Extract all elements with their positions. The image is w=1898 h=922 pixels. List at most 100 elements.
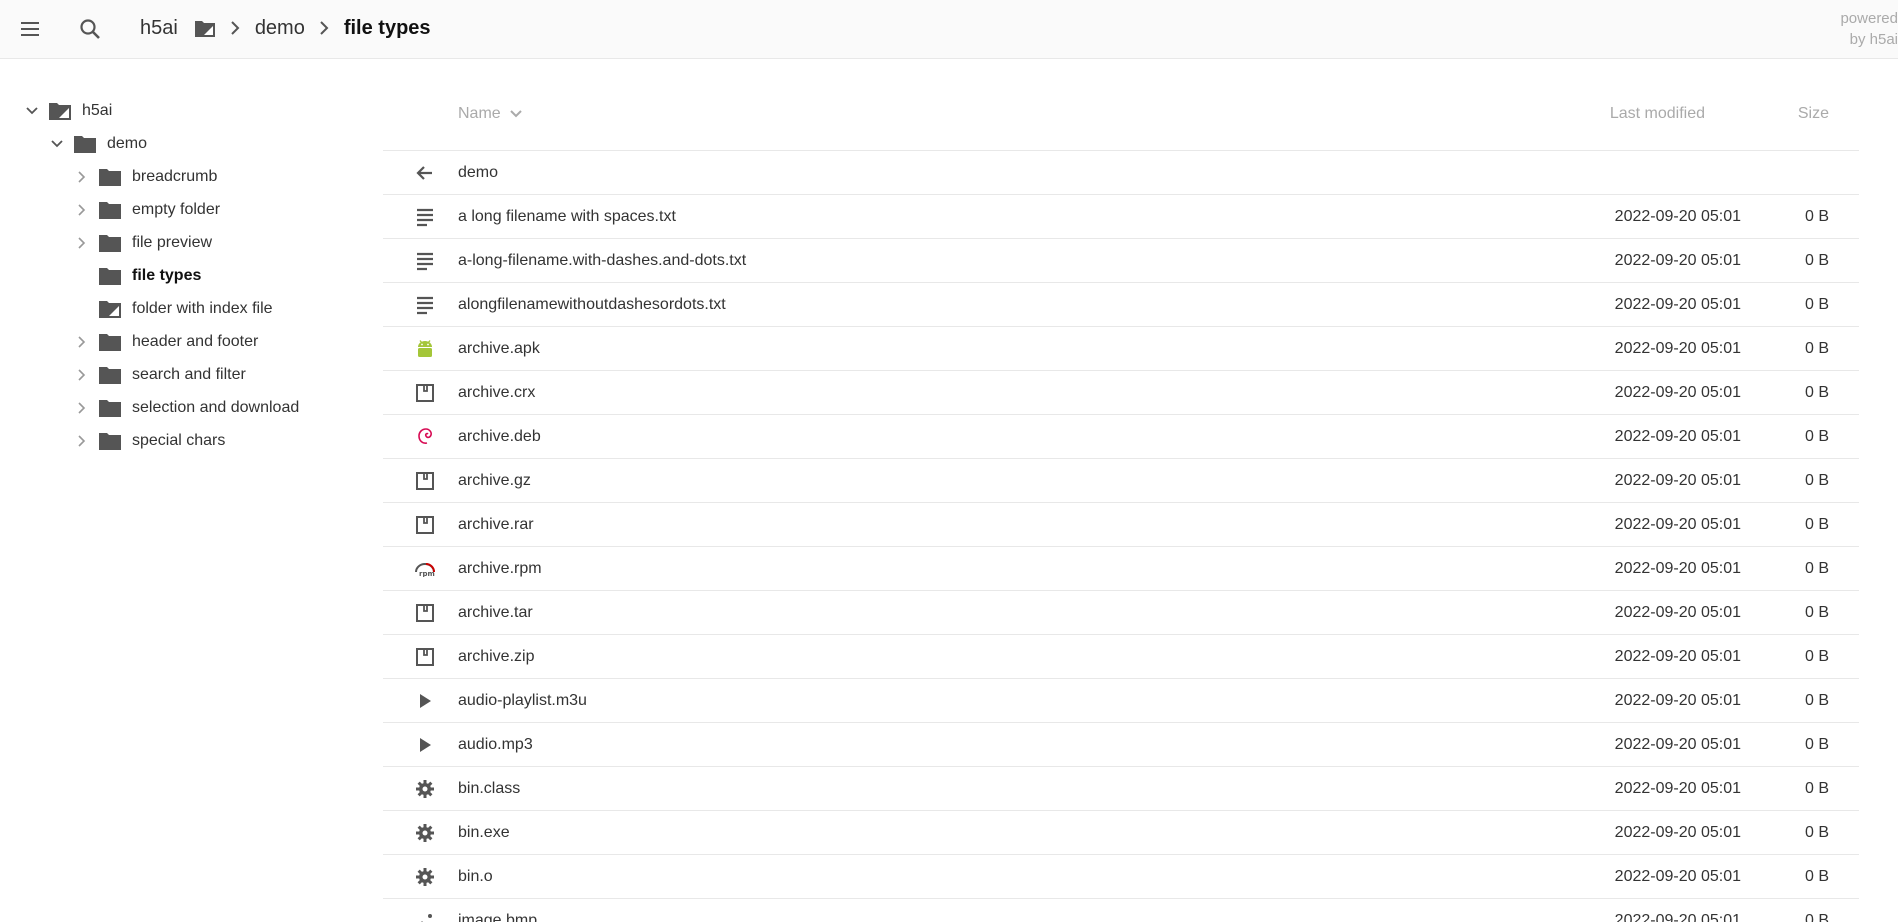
chevron-right-icon[interactable] (74, 400, 90, 416)
chevron-right-icon (230, 20, 240, 36)
file-size: 0 B (1804, 824, 1829, 841)
tree-item-file-types[interactable]: file types (74, 261, 201, 291)
search-icon[interactable] (75, 14, 105, 44)
file-name: bin.o (458, 868, 493, 885)
file-name: alongfilenamewithoutdashesordots.txt (458, 296, 726, 313)
file-modified-date: 2022-09-20 05:01 (1614, 736, 1741, 753)
file-name: a long filename with spaces.txt (458, 208, 676, 225)
chevron-right-icon[interactable] (74, 202, 90, 218)
file-modified-date: 2022-09-20 05:01 (1614, 824, 1741, 841)
chevron-right-icon[interactable] (74, 433, 90, 449)
file-modified-date: 2022-09-20 05:01 (1614, 472, 1741, 489)
file-size: 0 B (1804, 560, 1829, 577)
folder-icon (98, 429, 122, 453)
file-modified-date: 2022-09-20 05:01 (1614, 340, 1741, 357)
file-name: bin.exe (458, 824, 510, 841)
breadcrumb: h5ai demo file types (140, 0, 431, 56)
folder-index-icon (194, 18, 216, 38)
file-name: bin.class (458, 780, 521, 797)
tree-item-file-preview[interactable]: file preview (74, 228, 212, 258)
sort-by-size-header[interactable]: Size (1798, 105, 1829, 123)
archive-icon (413, 381, 437, 405)
archive-icon (413, 469, 437, 493)
chevron-right-icon[interactable] (74, 367, 90, 383)
top-bar: h5ai demo file types powered by h5ai (0, 0, 1898, 59)
android-icon (413, 337, 437, 361)
powered-by-link[interactable]: powered by h5ai (1838, 8, 1898, 50)
file-row[interactable]: archive.zip 2022-09-20 05:01 0 B (383, 635, 1859, 679)
file-size: 0 B (1804, 296, 1829, 313)
file-row[interactable]: rpm archive.rpm 2022-09-20 05:01 0 B (383, 547, 1859, 591)
tree-item-label: file types (132, 267, 202, 284)
tree-item-special-chars[interactable]: special chars (74, 426, 225, 456)
file-name: archive.gz (458, 472, 531, 489)
chevron-down-icon[interactable] (24, 103, 40, 119)
gear-icon (413, 865, 437, 889)
breadcrumb-item-demo[interactable]: demo (255, 17, 305, 40)
parent-folder-row[interactable]: demo (383, 151, 1859, 195)
tree-item-label: folder with index file (132, 300, 273, 317)
file-modified-date: 2022-09-20 05:01 (1614, 780, 1741, 797)
tree-item-header-and-footer[interactable]: header and footer (74, 327, 258, 357)
breadcrumb-item-file-types[interactable]: file types (344, 17, 431, 40)
file-row[interactable]: archive.tar 2022-09-20 05:01 0 B (383, 591, 1859, 635)
file-row[interactable]: archive.deb 2022-09-20 05:01 0 B (383, 415, 1859, 459)
file-name: archive.rpm (458, 560, 542, 577)
file-name: archive.rar (458, 516, 534, 533)
file-row[interactable]: a long filename with spaces.txt 2022-09-2… (383, 195, 1859, 239)
file-row[interactable]: a-long-filename.with-dashes.and-dots.txt… (383, 239, 1859, 283)
tree-item-label: file preview (132, 234, 213, 251)
file-name: archive.zip (458, 648, 535, 665)
file-row[interactable]: alongfilenamewithoutdashesordots.txt 2022… (383, 283, 1859, 327)
archive-icon (413, 513, 437, 537)
folder-icon (98, 198, 122, 222)
file-row[interactable]: bin.o 2022-09-20 05:01 0 B (383, 855, 1859, 899)
tree-item-empty-folder[interactable]: empty folder (74, 195, 220, 225)
image-icon (413, 909, 437, 922)
file-name: a-long-filename.with-dashes.and-dots.txt (458, 252, 747, 269)
tree-item-breadcrumb[interactable]: breadcrumb (74, 162, 217, 192)
chevron-down-icon[interactable] (49, 136, 65, 152)
file-row[interactable]: bin.exe 2022-09-20 05:01 0 B (383, 811, 1859, 855)
file-size: 0 B (1804, 736, 1829, 753)
file-row[interactable]: image.bmp 2022-09-20 05:01 0 B (383, 899, 1859, 922)
file-row[interactable]: archive.apk 2022-09-20 05:01 0 B (383, 327, 1859, 371)
menu-icon[interactable] (15, 14, 45, 44)
file-size: 0 B (1804, 912, 1829, 922)
file-modified-date: 2022-09-20 05:01 (1614, 868, 1741, 885)
file-name: image.bmp (458, 912, 538, 922)
file-size: 0 B (1804, 428, 1829, 445)
tree-item-demo[interactable]: demo (49, 129, 147, 159)
header-name-label: Name (458, 105, 501, 122)
folder-icon (98, 165, 122, 189)
folder-index-icon (98, 297, 122, 321)
chevron-right-icon[interactable] (74, 169, 90, 185)
file-row[interactable]: audio.mp3 2022-09-20 05:01 0 B (383, 723, 1859, 767)
file-row[interactable]: archive.rar 2022-09-20 05:01 0 B (383, 503, 1859, 547)
file-row[interactable]: archive.gz 2022-09-20 05:01 0 B (383, 459, 1859, 503)
file-modified-date: 2022-09-20 05:01 (1614, 692, 1741, 709)
sort-by-modified-header[interactable]: Last modified (1610, 105, 1705, 123)
file-row[interactable]: archive.crx 2022-09-20 05:01 0 B (383, 371, 1859, 415)
chevron-right-icon[interactable] (74, 235, 90, 251)
tree-item-label: header and footer (132, 333, 259, 350)
file-name: audio-playlist.m3u (458, 692, 587, 709)
chevron-right-icon[interactable] (74, 334, 90, 350)
tree-item-h5ai[interactable]: h5ai (24, 96, 112, 126)
tree-item-search-and-filter[interactable]: search and filter (74, 360, 246, 390)
sort-by-name-header[interactable]: Name (458, 105, 523, 123)
breadcrumb-label: h5ai (140, 16, 178, 39)
text-file-icon (413, 205, 437, 229)
folder-icon (73, 132, 97, 156)
file-row[interactable]: audio-playlist.m3u 2022-09-20 05:01 0 B (383, 679, 1859, 723)
folder-icon (98, 264, 122, 288)
tree-item-selection-and-download[interactable]: selection and download (74, 393, 299, 423)
rpm-icon: rpm (413, 557, 437, 581)
file-row[interactable]: bin.class 2022-09-20 05:01 0 B (383, 767, 1859, 811)
file-modified-date: 2022-09-20 05:01 (1614, 560, 1741, 577)
file-size: 0 B (1804, 780, 1829, 797)
tree-item-folder-with-index-file[interactable]: folder with index file (74, 294, 273, 324)
chevron-right-icon (319, 20, 329, 36)
tree-item-label: search and filter (132, 366, 246, 383)
breadcrumb-item-h5ai[interactable]: h5ai (140, 17, 216, 40)
